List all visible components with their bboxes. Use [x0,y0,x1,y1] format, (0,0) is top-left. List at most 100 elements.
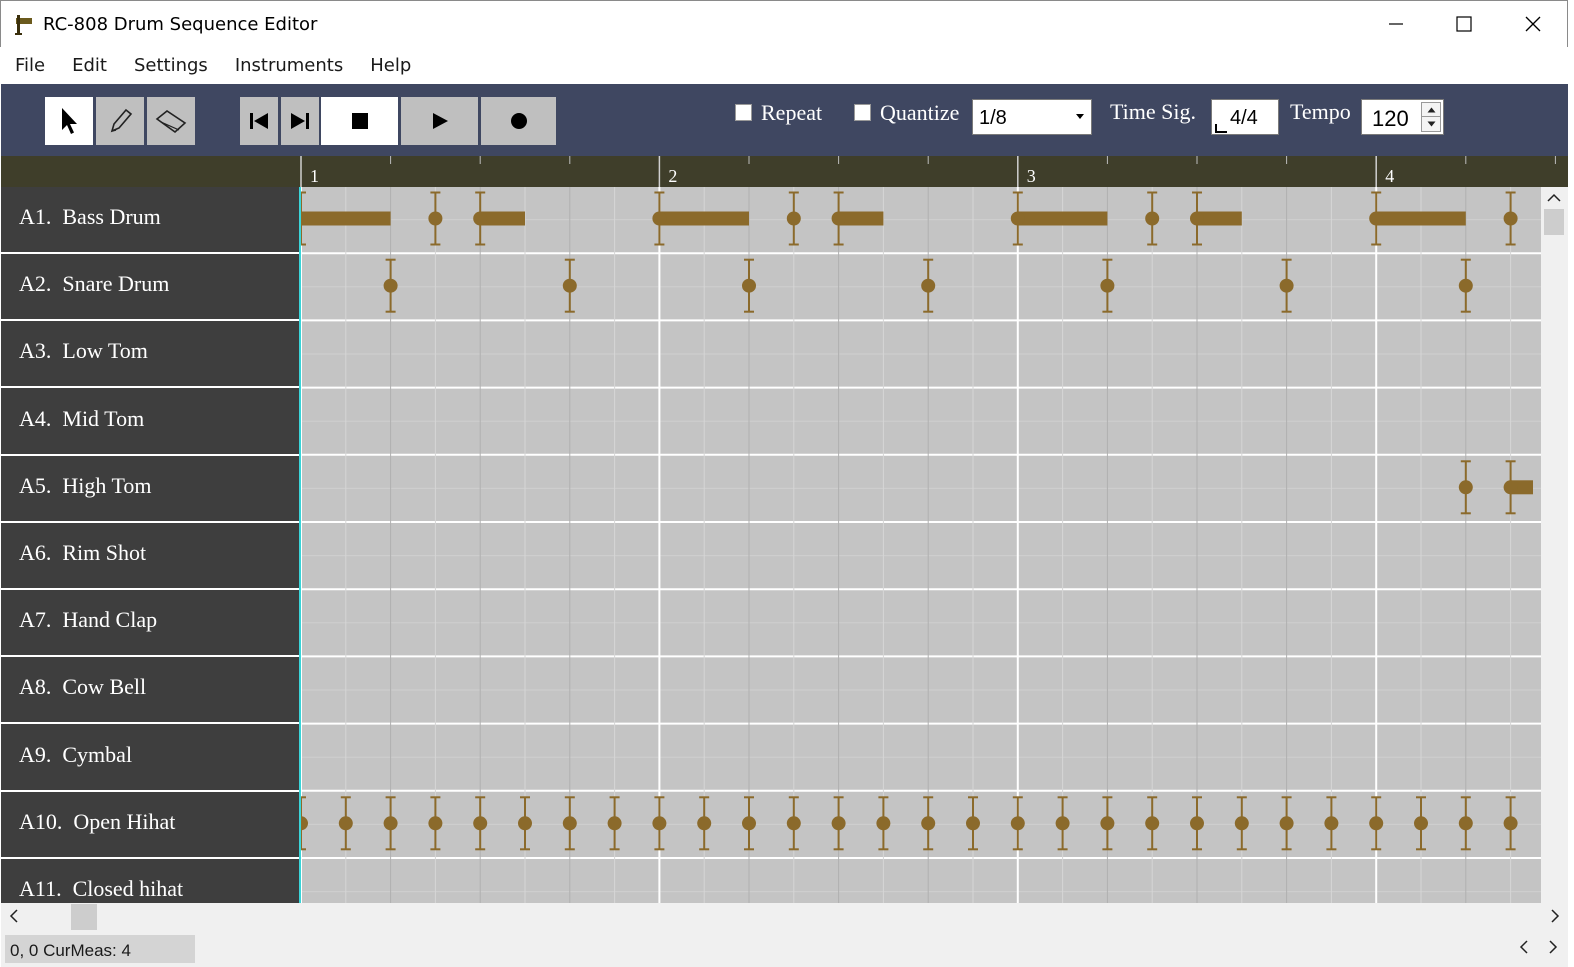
scroll-right-icon[interactable] [1550,909,1560,923]
note-event [1279,796,1294,851]
skip-to-end-button[interactable] [281,97,319,145]
track-label: A4. Mid Tom [19,405,145,431]
measure-ruler[interactable]: 1 2 3 4 [300,156,1568,187]
note-head [1145,816,1160,831]
status-text: 0, 0 CurMeas: 4 [10,941,131,960]
track-row[interactable]: A2. Snare Drum [1,254,299,322]
menu-help[interactable]: Help [370,55,411,76]
note-event [786,796,801,851]
track-row[interactable]: A11. Closed hihat [1,859,299,903]
stop-button[interactable] [321,97,398,145]
menu-instruments[interactable]: Instruments [235,55,343,76]
quantize-dropdown[interactable]: 1/8 [972,99,1092,135]
close-button[interactable] [1498,1,1568,47]
note-head [921,278,936,293]
grid-canvas [301,187,1541,903]
menu-file[interactable]: File [15,55,45,76]
track-row[interactable]: A7. Hand Clap [1,590,299,658]
track-row[interactable]: A5. High Tom [1,456,299,523]
note-head [1458,816,1473,831]
track-row[interactable]: A3. Low Tom [1,321,299,389]
note-head [428,211,443,226]
menu-settings[interactable]: Settings [134,55,208,76]
note-event [473,191,525,246]
track-label: A5. High Tom [19,472,152,498]
track-row[interactable]: A6. Rim Shot [1,523,299,590]
scroll-left-icon[interactable] [9,909,19,923]
note-head [1010,211,1025,226]
note-head [562,816,577,831]
vertical-scroll-thumb[interactable] [1544,209,1564,235]
note-head [697,816,712,831]
measure-number: 1 [310,166,319,186]
maximize-button[interactable] [1429,1,1499,47]
note-head [1190,816,1204,831]
note-event [1414,796,1428,851]
note-event [831,796,846,851]
quantize-checkbox[interactable] [854,104,871,121]
minimize-button[interactable] [1361,1,1431,47]
minimize-icon [1389,23,1403,25]
note-event [786,191,801,246]
play-button[interactable] [401,97,478,145]
record-button[interactable] [481,97,556,145]
horizontal-scrollbar[interactable] [1,903,1568,931]
note-event [562,796,577,851]
note-event [1369,191,1466,246]
eraser-icon [155,110,187,134]
tempo-field[interactable]: 120 [1361,99,1444,135]
window-title: RC-808 Drum Sequence Editor [43,14,318,35]
note-head [652,211,667,226]
note-head [1458,278,1473,293]
note-head [1458,480,1473,495]
menu-edit[interactable]: Edit [72,55,107,76]
track-row[interactable]: A9. Cymbal [1,725,299,792]
note-head [831,211,846,226]
scroll-up-icon[interactable] [1547,193,1561,203]
tempo-down-button[interactable] [1422,117,1440,131]
note-head [1010,816,1025,831]
track-label: A6. Rim Shot [19,540,147,565]
track-row[interactable]: A10. Open Hihat [1,792,299,859]
note-event [1010,796,1025,851]
eraser-tool-button[interactable] [147,97,195,145]
chevron-left-icon[interactable] [1519,940,1529,954]
note-head [1324,816,1339,831]
track-row[interactable]: A8. Cow Bell [1,657,299,725]
note-head [1369,211,1384,226]
tempo-spinner[interactable] [1421,102,1441,132]
sequence-grid[interactable] [301,187,1541,903]
note-event [1458,796,1473,851]
note-head [473,816,488,831]
track-row[interactable]: A4. Mid Tom [1,389,299,456]
skip-back-icon [250,113,268,129]
note-event [1010,191,1108,246]
track-label: A10. Open Hihat [19,808,176,834]
note-event [428,796,443,851]
note-event [652,191,749,246]
time-signature-field[interactable]: 4/4 [1211,99,1279,135]
vertical-scrollbar[interactable] [1541,187,1568,903]
skip-to-start-button[interactable] [240,97,278,145]
note-event [1100,258,1115,313]
repeat-checkbox[interactable] [735,104,752,121]
note-event [921,796,936,851]
track-label: A9. Cymbal [19,741,133,767]
note-head [742,278,756,293]
note-event [831,191,884,246]
note-head [966,816,980,831]
pencil-icon [110,108,133,133]
horizontal-scroll-thumb[interactable] [71,904,97,930]
record-icon [510,113,527,129]
select-tool-button[interactable] [45,97,93,145]
note-event [1458,258,1473,313]
note-head [1234,816,1249,831]
ruler-corner [1,156,300,187]
track-label: A8. Cow Bell [19,674,147,700]
chevron-right-icon[interactable] [1548,940,1558,954]
pencil-tool-button[interactable] [96,97,144,145]
track-row[interactable]: A1. Bass Drum [1,187,299,254]
note-event [428,191,443,246]
tempo-up-button[interactable] [1422,103,1440,117]
note-head [1279,278,1294,293]
